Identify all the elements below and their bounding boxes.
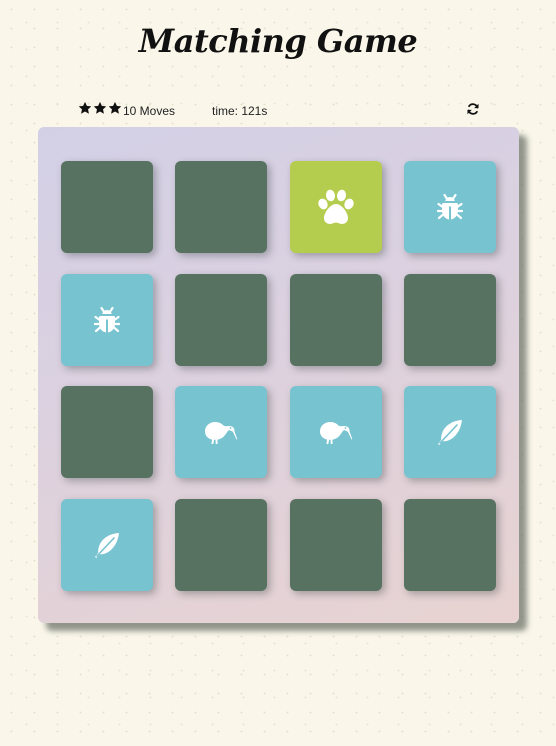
card-feather[interactable]	[404, 386, 496, 478]
card-hidden[interactable]	[290, 274, 382, 366]
card-hidden[interactable]	[61, 386, 153, 478]
feather-icon	[95, 533, 119, 558]
star-rating	[78, 101, 122, 115]
card-hidden[interactable]	[61, 161, 153, 253]
star-icon	[78, 101, 92, 114]
moves-counter: 10 Moves	[123, 104, 176, 118]
card-hidden[interactable]	[175, 161, 267, 253]
bug-icon	[437, 193, 463, 220]
card-paw[interactable]	[290, 161, 382, 253]
bug-icon	[94, 306, 120, 333]
card-deck	[38, 127, 519, 623]
restart-button[interactable]	[466, 102, 480, 116]
card-hidden[interactable]	[404, 274, 496, 366]
card-kiwi-bird[interactable]	[290, 386, 382, 478]
kiwi-bird-icon	[205, 422, 238, 444]
star-icon	[108, 101, 122, 114]
card-hidden[interactable]	[175, 499, 267, 591]
card-hidden[interactable]	[404, 499, 496, 591]
card-bug[interactable]	[61, 274, 153, 366]
refresh-icon	[467, 103, 479, 115]
score-panel: 10 Moves time: 121s	[78, 101, 482, 121]
card-feather[interactable]	[61, 499, 153, 591]
star-icon	[93, 101, 107, 114]
kiwi-bird-icon	[320, 422, 353, 444]
card-hidden[interactable]	[175, 274, 267, 366]
page-title: Matching Game	[138, 22, 418, 60]
card-bug[interactable]	[404, 161, 496, 253]
feather-icon	[438, 420, 462, 445]
card-kiwi-bird[interactable]	[175, 386, 267, 478]
card-hidden[interactable]	[290, 499, 382, 591]
paw-icon	[318, 189, 354, 224]
timer: time: 121s	[212, 104, 268, 118]
